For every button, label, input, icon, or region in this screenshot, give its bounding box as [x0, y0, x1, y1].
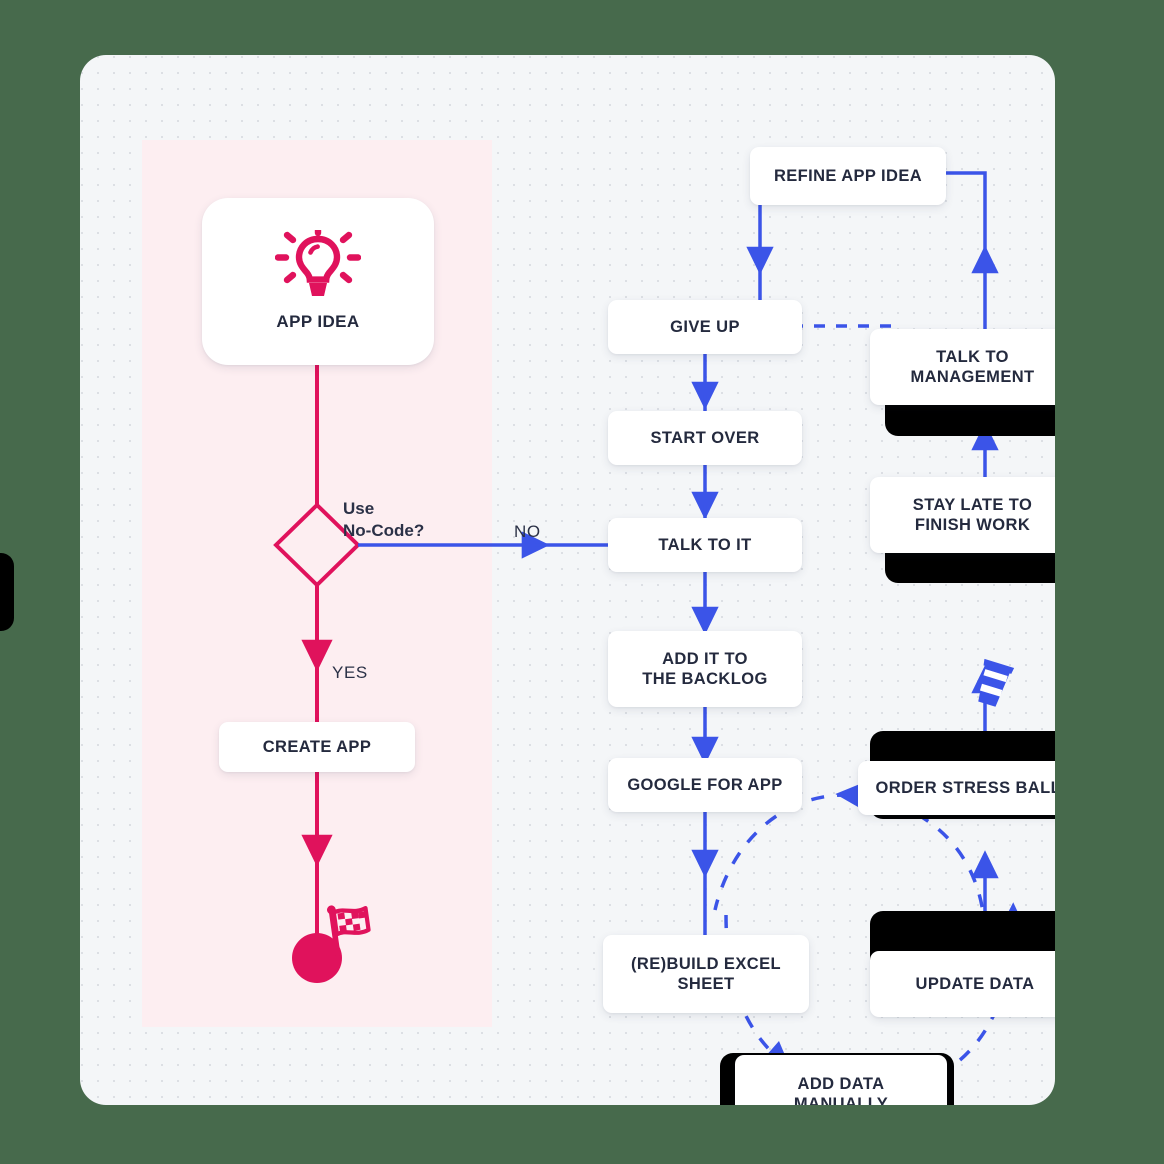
- node-order-stress-balls-label: ORDER STRESS BALLS: [875, 778, 1055, 797]
- edge-label-yes-text: YES: [332, 663, 368, 682]
- left-edge-sticker-shadow: [0, 553, 14, 631]
- node-talk-to-it[interactable]: TALK TO IT: [608, 518, 802, 572]
- flowchart-canvas: APP IDEA CREATE APP REFINE APP IDEA GIVE…: [80, 55, 1055, 1105]
- node-talk-to-management-label: TALK TO MANAGEMENT: [910, 347, 1035, 386]
- flowchart-stage: APP IDEA CREATE APP REFINE APP IDEA GIVE…: [0, 0, 1164, 1164]
- node-add-to-backlog[interactable]: ADD IT TO THE BACKLOG: [608, 631, 802, 707]
- decision-label-text: Use No-Code?: [343, 499, 425, 540]
- node-update-data-label: UPDATE DATA: [915, 974, 1035, 993]
- node-start-over[interactable]: START OVER: [608, 411, 802, 465]
- node-talk-to-management[interactable]: TALK TO MANAGEMENT: [870, 329, 1055, 405]
- checkered-flag-icon: [322, 896, 384, 963]
- node-order-stress-balls[interactable]: ORDER STRESS BALLS: [858, 761, 1055, 815]
- node-create-app[interactable]: CREATE APP: [219, 722, 415, 772]
- node-app-idea[interactable]: APP IDEA: [202, 198, 434, 365]
- node-start-over-label: START OVER: [650, 428, 760, 447]
- node-add-to-backlog-label: ADD IT TO THE BACKLOG: [642, 649, 768, 688]
- node-talk-to-it-label: TALK TO IT: [658, 535, 752, 554]
- edge-label-yes: YES: [332, 643, 368, 683]
- node-update-data[interactable]: UPDATE DATA: [870, 951, 1055, 1017]
- node-rebuild-excel[interactable]: (RE)BUILD EXCEL SHEET: [603, 935, 809, 1013]
- node-stay-late[interactable]: STAY LATE TO FINISH WORK: [870, 477, 1055, 553]
- node-google-for-app[interactable]: GOOGLE FOR APP: [608, 758, 802, 812]
- edge-label-no: NO: [514, 502, 541, 542]
- node-give-up[interactable]: GIVE UP: [608, 300, 802, 354]
- node-app-idea-label: APP IDEA: [276, 312, 360, 332]
- node-create-app-label: CREATE APP: [262, 737, 372, 756]
- edge-label-no-text: NO: [514, 522, 541, 541]
- node-refine-app-idea-label: REFINE APP IDEA: [773, 166, 923, 185]
- node-give-up-label: GIVE UP: [670, 317, 740, 336]
- coffee-cup-icon: [966, 655, 1020, 718]
- node-google-for-app-label: GOOGLE FOR APP: [627, 775, 783, 794]
- decision-label: Use No-Code?: [343, 477, 424, 541]
- node-refine-app-idea[interactable]: REFINE APP IDEA: [750, 147, 946, 205]
- lightbulb-icon: [274, 227, 362, 302]
- node-rebuild-excel-label: (RE)BUILD EXCEL SHEET: [631, 954, 781, 993]
- node-add-data-manually[interactable]: ADD DATA MANUALLY: [735, 1055, 947, 1105]
- node-add-data-manually-label: ADD DATA MANUALLY: [793, 1074, 889, 1105]
- node-stay-late-label: STAY LATE TO FINISH WORK: [912, 495, 1033, 534]
